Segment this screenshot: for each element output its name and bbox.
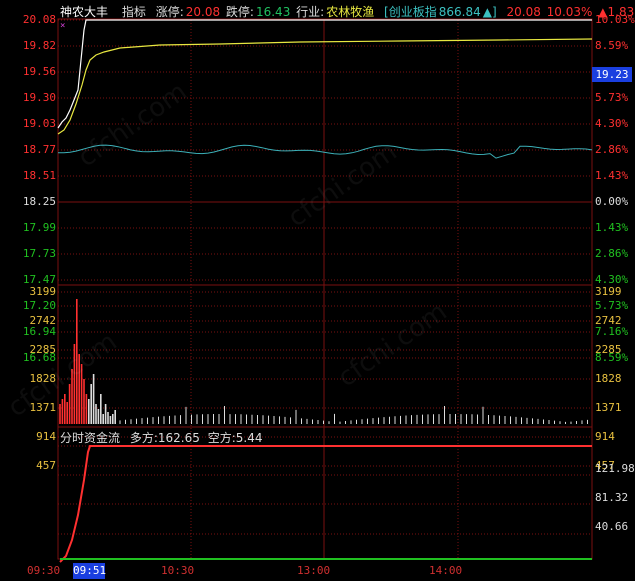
percent-tick-label: 5.73% bbox=[595, 91, 629, 104]
price-tick-label: 19.82 bbox=[22, 39, 56, 52]
volume-tick-label: 457 bbox=[36, 459, 56, 472]
volume-tick-label: 1828 bbox=[595, 372, 622, 385]
limit-up-value: 20.08 bbox=[185, 5, 221, 19]
percent-tick-label: 1.43% bbox=[595, 169, 629, 182]
flow-tick-label: 121.98 bbox=[595, 462, 635, 475]
industry-value[interactable]: 农林牧渔 bbox=[326, 5, 374, 19]
price-tick-label: 20.08 bbox=[22, 13, 56, 26]
percent-tick-label: 10.03% bbox=[595, 13, 635, 26]
index-line bbox=[58, 144, 593, 159]
price-tick-label: 17.73 bbox=[22, 247, 56, 260]
percent-tick-label: 1.43% bbox=[595, 221, 629, 234]
price-tick-label: 18.77 bbox=[22, 143, 56, 156]
close-icon[interactable]: × bbox=[60, 21, 65, 31]
price-tick-label: 19.56 bbox=[22, 65, 56, 78]
price-tick-label: 18.25 bbox=[22, 195, 56, 208]
flow-title: 分时资金流 bbox=[60, 431, 121, 445]
percent-tick-label: 2.86% bbox=[595, 247, 629, 260]
sell-label: 空方: bbox=[207, 431, 236, 445]
percent-tick-label: 0.00% bbox=[595, 195, 629, 208]
volume-tick-label: 3199 bbox=[595, 285, 622, 298]
volume-tick-label: 914 bbox=[595, 430, 615, 443]
stock-name[interactable]: 神农大丰 bbox=[60, 5, 108, 19]
chart-canvas[interactable] bbox=[0, 0, 635, 581]
intraday-chart[interactable]: 神农大丰 指标 涨停: 20.08 跌停: 16.43 行业: 农林牧渔 [创业板指 8… bbox=[0, 0, 635, 581]
limit-up-label: 涨停: bbox=[155, 5, 184, 19]
percent-tick-label: 8.59% bbox=[595, 39, 629, 52]
price-tick-label: 19.03 bbox=[22, 117, 56, 130]
volume-tick-label: 2742 bbox=[595, 314, 622, 327]
volume-tick-label: 914 bbox=[36, 430, 56, 443]
chart-header: 神农大丰 指标 涨停: 20.08 跌停: 16.43 行业: 农林牧渔 [创业板指 8… bbox=[60, 3, 635, 20]
flow-tick-label: 81.32 bbox=[595, 491, 629, 504]
sell-value: 5.44 bbox=[235, 431, 263, 445]
industry-label: 行业: bbox=[296, 5, 325, 19]
price-tick-label: 17.20 bbox=[22, 299, 56, 312]
flow-header: 分时资金流 多方:162.65 空方:5.44 bbox=[60, 429, 262, 446]
volume-tick-label: 3199 bbox=[29, 285, 57, 298]
price-tick-label: 18.51 bbox=[22, 169, 56, 182]
indicator-button[interactable]: 指标 bbox=[122, 5, 146, 19]
percent-tick-label: 5.73% bbox=[595, 299, 629, 312]
flow-tick-label: 40.66 bbox=[595, 520, 629, 533]
buy-label: 多方: bbox=[129, 431, 158, 445]
time-label-open: 09:30 bbox=[27, 564, 61, 577]
price-tick-label: 19.30 bbox=[22, 91, 56, 104]
limit-down-value: 16.43 bbox=[255, 5, 291, 19]
percent-tick-label: 2.86% bbox=[595, 143, 629, 156]
current-price-marker: 19.23 bbox=[592, 67, 632, 82]
current-time-marker: 09:51 bbox=[73, 563, 107, 579]
volume-tick-label: 2742 bbox=[29, 314, 57, 327]
index-name[interactable]: [创业板指 bbox=[384, 5, 437, 19]
price-tick-label: 17.99 bbox=[22, 221, 56, 234]
percent-tick-label: 4.30% bbox=[595, 117, 629, 130]
chart-frame bbox=[57, 18, 593, 560]
volume-tick-label: 2285 bbox=[595, 343, 622, 356]
current-price: 20.08 bbox=[506, 5, 541, 19]
limit-down-label: 跌停: bbox=[225, 5, 254, 19]
index-value: 866.84 bbox=[438, 5, 481, 19]
volume-tick-label: 1371 bbox=[595, 401, 622, 414]
time-label-1030: 10:30 bbox=[161, 564, 195, 577]
time-label-1400: 14:00 bbox=[429, 564, 463, 577]
change-percent: 10.03% bbox=[546, 5, 593, 19]
time-label-1300: 13:00 bbox=[297, 564, 331, 577]
volume-tick-label: 2285 bbox=[29, 343, 57, 356]
buy-value: 162.65 bbox=[157, 431, 200, 445]
index-arrow: ▲] bbox=[482, 5, 497, 19]
